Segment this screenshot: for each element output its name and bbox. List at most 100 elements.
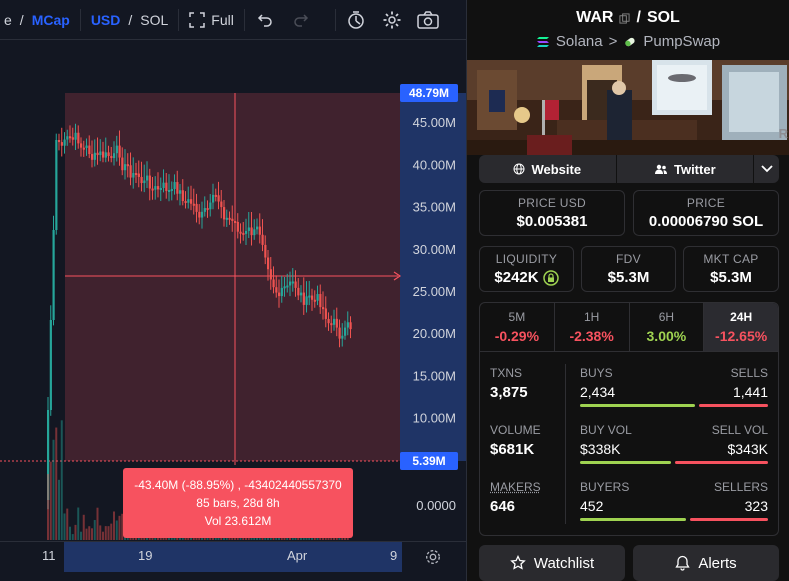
toolbar-divider: [178, 8, 180, 31]
volume-bar: [102, 531, 104, 540]
time-axis-label: 11: [42, 548, 56, 563]
period-change: -12.65%: [715, 328, 768, 344]
buys-value: 2,434: [580, 384, 616, 400]
chart-panel[interactable]: e / MCap USD / SOL Full 45.00M 40.00M 35…: [0, 0, 466, 581]
price-native-label: PRICE: [686, 196, 726, 210]
candle-body: [335, 318, 338, 328]
tab-1h[interactable]: 1H -2.38%: [555, 303, 630, 351]
candle-body: [212, 194, 215, 203]
redo-button[interactable]: [287, 0, 315, 40]
toolbar-slash: /: [19, 11, 24, 28]
volume-bar: [80, 531, 82, 540]
price-axis-label: 30.00M: [413, 242, 456, 257]
quote-symbol: SOL: [646, 9, 680, 26]
candle-body: [278, 292, 281, 297]
candle-body: [170, 188, 173, 191]
candle-body: [247, 227, 250, 231]
toolbar-sol-toggle[interactable]: SOL: [136, 0, 172, 40]
tab-24h[interactable]: 24H -12.65%: [704, 303, 778, 351]
candle-body: [300, 292, 303, 296]
fullscreen-button[interactable]: Full: [185, 0, 238, 40]
candle-body: [209, 202, 212, 210]
transactions-stats: TXNS 3,875 VOLUME $681K MAKERS 646 BUYS S…: [479, 352, 779, 536]
candle-body: [151, 188, 154, 191]
volume-bar: [96, 507, 99, 540]
social-links: Website Twitter: [479, 155, 780, 183]
candle-body: [333, 318, 336, 325]
buyers-value: 452: [580, 498, 604, 514]
candle-body: [269, 269, 272, 280]
candle-body: [302, 292, 305, 305]
candle-body: [93, 152, 96, 160]
volume-label: VOLUME: [490, 423, 541, 437]
action-buttons: Watchlist Alerts: [479, 545, 779, 581]
volume-bar: [47, 474, 49, 540]
candle-body: [52, 230, 55, 320]
fdv-label: FDV: [616, 252, 641, 266]
candle-body: [118, 145, 121, 158]
period-label: 5M: [508, 310, 526, 324]
candle-body: [137, 173, 140, 177]
candle-body: [102, 151, 105, 158]
buyers-bar: [580, 518, 686, 521]
website-button[interactable]: Website: [479, 155, 616, 183]
pumpswap-icon: [625, 37, 636, 46]
price-chart[interactable]: 45.00M 40.00M 35.00M 30.00M 25.00M 20.00M 15.0…: [0, 40, 466, 541]
volume-bar: [88, 526, 91, 540]
price-axis-label: 20.00M: [413, 326, 456, 341]
lock-icon[interactable]: [542, 269, 559, 286]
sellers-label: SELLERS: [713, 480, 768, 494]
users-icon: [654, 164, 667, 174]
indicators-button[interactable]: [342, 0, 370, 40]
sell-vol-value: $343K: [727, 441, 768, 457]
more-links-button[interactable]: [754, 155, 780, 183]
candle-body: [261, 234, 264, 245]
time-axis[interactable]: 11 19 Apr 9: [0, 541, 466, 581]
pair-subtitle: Solana > PumpSwap: [467, 33, 789, 50]
tab-5m[interactable]: 5M -0.29%: [480, 303, 555, 351]
candle-body: [225, 217, 228, 220]
candle-body: [195, 203, 198, 212]
fdv-value: $5.3M: [607, 269, 650, 286]
volume-stat: VOLUME $681K: [490, 423, 570, 458]
pair-separator: /: [636, 9, 641, 26]
toolbar-price-label[interactable]: e: [0, 0, 16, 40]
screenshot-button[interactable]: [414, 0, 442, 40]
twitter-button[interactable]: Twitter: [616, 155, 754, 183]
liquidity-label: LIQUIDITY: [495, 252, 558, 266]
dex-link[interactable]: PumpSwap: [643, 33, 720, 50]
candle-body: [129, 165, 132, 178]
star-icon: [510, 555, 526, 570]
copy-icon[interactable]: [619, 12, 631, 24]
candle-body: [110, 156, 113, 159]
watchlist-button[interactable]: Watchlist: [479, 545, 625, 581]
sells-label: SELLS: [730, 366, 768, 380]
settings-button[interactable]: [378, 0, 406, 40]
candle-body: [124, 164, 127, 171]
toolbar-mcap-toggle[interactable]: MCap: [28, 0, 74, 40]
price-badge-current: 5.39M: [400, 452, 458, 470]
txns-stat: TXNS 3,875: [490, 366, 570, 401]
candle-body: [88, 145, 91, 155]
price-axis-label: 35.00M: [413, 200, 456, 215]
toolbar-usd-toggle[interactable]: USD: [87, 0, 125, 40]
chart-settings-button[interactable]: [424, 548, 442, 569]
volume-bar: [113, 511, 115, 540]
candle-body: [338, 327, 341, 339]
candle-body: [187, 199, 190, 203]
candle-body: [349, 322, 352, 330]
alerts-button[interactable]: Alerts: [633, 545, 779, 581]
candle-body: [275, 287, 278, 293]
candle-body: [344, 327, 347, 336]
liquidity-value-row: $242K: [480, 269, 573, 286]
chain-link[interactable]: Solana: [556, 33, 603, 50]
volume-bar: [115, 520, 118, 540]
volume-bar: [58, 479, 60, 540]
candle-body: [313, 299, 316, 302]
volume-bar: [118, 515, 121, 540]
tab-6h[interactable]: 6H 3.00%: [630, 303, 705, 351]
buyers-sellers-stat: BUYERS SELLERS 452 323: [580, 480, 768, 526]
solana-icon: [536, 36, 549, 47]
undo-button[interactable]: [251, 0, 279, 40]
candle-body: [283, 286, 286, 289]
